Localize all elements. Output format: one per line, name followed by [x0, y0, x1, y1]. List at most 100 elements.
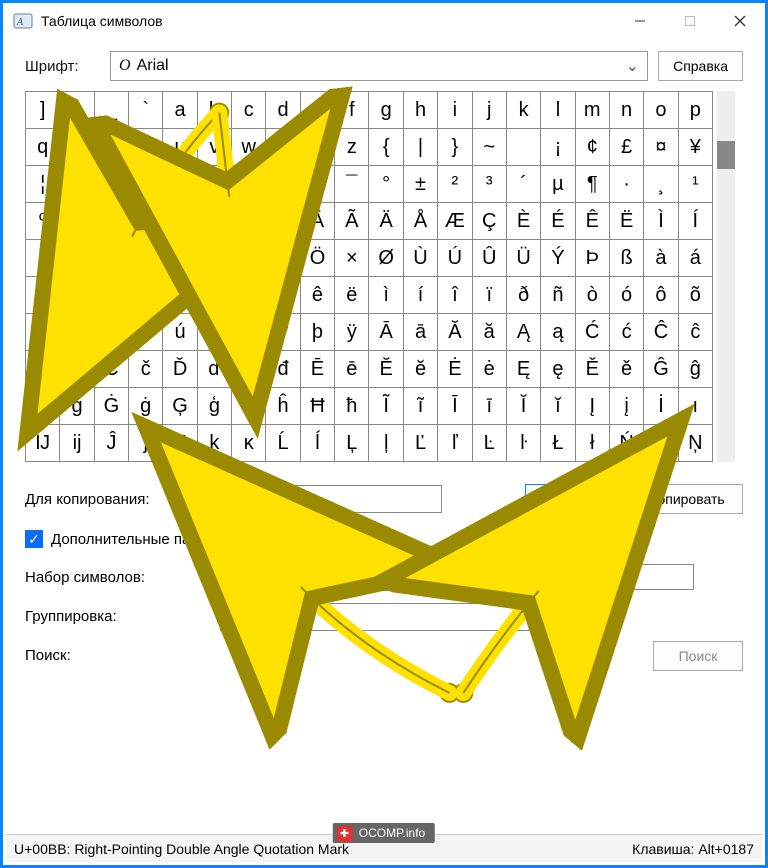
char-cell[interactable]: ¤ [644, 129, 678, 166]
char-cell[interactable]: Ĉ [644, 314, 678, 351]
char-cell[interactable]: Ĕ [369, 351, 403, 388]
advanced-checkbox[interactable]: ✓ [25, 530, 43, 548]
char-cell[interactable]: ´ [507, 166, 541, 203]
char-cell[interactable]: Þ [576, 240, 610, 277]
char-cell[interactable]: r [60, 129, 94, 166]
char-cell[interactable]: ¾ [163, 203, 197, 240]
char-cell[interactable]: Ö [301, 240, 335, 277]
char-cell[interactable]: ē [335, 351, 369, 388]
char-cell[interactable]: ú [163, 314, 197, 351]
char-cell[interactable]: ` [129, 92, 163, 129]
char-cell[interactable]: é [266, 277, 300, 314]
char-cell[interactable]: Å [404, 203, 438, 240]
char-cell[interactable]: ß [610, 240, 644, 277]
char-cell[interactable]: Ņ [679, 425, 713, 462]
char-cell[interactable]: ð [507, 277, 541, 314]
char-cell[interactable]: í [404, 277, 438, 314]
char-cell[interactable]: c [232, 92, 266, 129]
char-cell[interactable]: ç [198, 277, 232, 314]
char-cell[interactable]: ÿ [335, 314, 369, 351]
char-cell[interactable]: ħ [335, 388, 369, 425]
char-cell[interactable]: p [679, 92, 713, 129]
char-cell[interactable]: ù [129, 314, 163, 351]
char-cell[interactable]: ě [610, 351, 644, 388]
char-cell[interactable]: Ô [232, 240, 266, 277]
char-cell[interactable]: g [369, 92, 403, 129]
char-cell[interactable]: k [507, 92, 541, 129]
char-cell[interactable]: ľ [438, 425, 472, 462]
find-unicode-input[interactable] [634, 564, 694, 590]
char-cell[interactable]: Ď [163, 351, 197, 388]
char-cell[interactable]: â [26, 277, 60, 314]
char-cell[interactable]: Ļ [335, 425, 369, 462]
character-grid[interactable]: ]^_`abcdefghijklmnopqrstuvwxyz{|}~¡¢£¤¥¦… [25, 91, 713, 462]
char-cell[interactable]: b [198, 92, 232, 129]
char-cell[interactable]: x [266, 129, 300, 166]
char-cell[interactable]: µ [541, 166, 575, 203]
char-cell[interactable]: Á [266, 203, 300, 240]
char-cell[interactable]: þ [301, 314, 335, 351]
char-cell[interactable]: ¡ [541, 129, 575, 166]
char-cell[interactable]: h [404, 92, 438, 129]
char-cell[interactable]: j [473, 92, 507, 129]
char-cell[interactable]: ë [335, 277, 369, 314]
char-cell[interactable]: ċ [60, 351, 94, 388]
char-cell[interactable]: - [266, 166, 300, 203]
char-cell[interactable]: ĳ [60, 425, 94, 462]
char-cell[interactable]: f [335, 92, 369, 129]
char-cell[interactable]: Ï [60, 240, 94, 277]
char-cell[interactable]: ĵ [129, 425, 163, 462]
copy-input[interactable]: « » [220, 485, 442, 513]
char-cell[interactable]: î [438, 277, 472, 314]
char-cell[interactable]: ď [198, 351, 232, 388]
char-cell[interactable]: e [301, 92, 335, 129]
char-cell[interactable]: i [438, 92, 472, 129]
close-button[interactable] [715, 3, 765, 39]
char-cell[interactable]: ¥ [679, 129, 713, 166]
char-cell[interactable]: ó [610, 277, 644, 314]
grid-scrollbar[interactable] [717, 91, 735, 462]
char-cell[interactable]: Ĭ [507, 388, 541, 425]
char-cell[interactable]: ³ [473, 166, 507, 203]
char-cell[interactable]: Ĥ [232, 388, 266, 425]
char-cell[interactable]: ñ [541, 277, 575, 314]
char-cell[interactable]: Ç [473, 203, 507, 240]
char-cell[interactable]: ğ [60, 388, 94, 425]
char-cell[interactable]: å [129, 277, 163, 314]
char-cell[interactable]: İ [644, 388, 678, 425]
char-cell[interactable]: Ċ [26, 351, 60, 388]
scrollbar-thumb[interactable] [717, 141, 735, 169]
char-cell[interactable]: « [198, 166, 232, 203]
char-cell[interactable]: ï [473, 277, 507, 314]
char-cell[interactable]: Ñ [129, 240, 163, 277]
char-cell[interactable]: ~ [473, 129, 507, 166]
char-cell[interactable]: Ĺ [266, 425, 300, 462]
char-cell[interactable]: ĝ [679, 351, 713, 388]
char-cell[interactable]: Ý [541, 240, 575, 277]
char-cell[interactable]: Ķ [163, 425, 197, 462]
copy-button[interactable]: Копировать [631, 484, 743, 514]
char-cell[interactable]: Ĵ [95, 425, 129, 462]
char-cell[interactable]: Ġ [95, 388, 129, 425]
char-cell[interactable]: ĕ [404, 351, 438, 388]
char-cell[interactable]: Ą [507, 314, 541, 351]
char-cell[interactable]: ô [644, 277, 678, 314]
char-cell[interactable]: ĸ [232, 425, 266, 462]
char-cell[interactable]: £ [610, 129, 644, 166]
char-cell[interactable]: ę [541, 351, 575, 388]
maximize-button[interactable] [665, 3, 715, 39]
char-cell[interactable]: l [541, 92, 575, 129]
char-cell[interactable]: ŀ [507, 425, 541, 462]
char-cell[interactable]: õ [679, 277, 713, 314]
char-cell[interactable]: ø [95, 314, 129, 351]
char-cell[interactable]: Ø [369, 240, 403, 277]
char-cell[interactable]: ă [473, 314, 507, 351]
char-cell[interactable]: Ė [438, 351, 472, 388]
char-cell[interactable]: Đ [232, 351, 266, 388]
char-cell[interactable]: ¼ [95, 203, 129, 240]
char-cell[interactable]: d [266, 92, 300, 129]
char-cell[interactable]: } [438, 129, 472, 166]
char-cell[interactable]: Ë [610, 203, 644, 240]
char-cell[interactable]: ı [679, 388, 713, 425]
char-cell[interactable]: ¿ [198, 203, 232, 240]
